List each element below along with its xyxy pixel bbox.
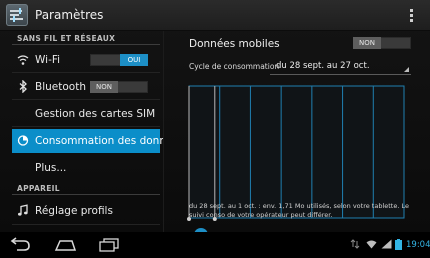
bluetooth-icon	[19, 80, 27, 93]
usage-summary: du 28 sept. au 1 oct. : env. 1,71 Mo uti…	[189, 202, 409, 219]
data-usage-panel: Données mobiles NON Cycle de consommatio…	[164, 31, 430, 232]
sidebar-item-label: Bluetooth	[35, 81, 86, 93]
clock: 19:04	[406, 240, 430, 250]
sidebar-item-label: Gestion des cartes SIM	[35, 108, 156, 120]
toggle-knob: OUI	[120, 54, 148, 66]
data-transfer-icon	[350, 239, 360, 249]
sidebar-item-label: Réglage profils	[35, 205, 113, 217]
data-usage-icon	[17, 135, 29, 146]
row-divider	[12, 72, 160, 73]
cell-signal-icon	[381, 239, 392, 249]
chart-frame	[188, 85, 405, 219]
toggle-knob: NON	[90, 81, 118, 93]
section-divider	[12, 44, 160, 45]
sidebar-item-sound-profiles[interactable]: Réglage profils	[12, 199, 160, 223]
navigation-bar: 19:04	[0, 232, 430, 258]
row-divider	[12, 126, 160, 127]
row-divider	[12, 224, 160, 225]
sidebar-item-label: Plus...	[35, 162, 67, 174]
app-title: Paramètres	[35, 8, 104, 22]
screen: Paramètres SANS FIL ET RÉSEAUX Wi-Fi OUI	[0, 0, 430, 258]
sidebar-item-wifi[interactable]: Wi-Fi OUI	[12, 48, 160, 72]
overflow-menu-icon[interactable]	[405, 5, 419, 25]
action-bar: Paramètres	[0, 0, 430, 31]
bluetooth-toggle[interactable]: NON	[90, 81, 148, 93]
wifi-signal-icon	[366, 240, 377, 249]
wifi-icon	[17, 55, 29, 65]
settings-sliders-icon[interactable]	[6, 4, 28, 26]
sidebar-item-data-usage[interactable]: Consommation des données	[12, 129, 163, 153]
section-divider	[12, 194, 160, 195]
sidebar-item-bluetooth[interactable]: Bluetooth NON	[12, 75, 160, 99]
sidebar-item-more[interactable]: Plus...	[12, 156, 160, 180]
battery-icon	[395, 239, 402, 250]
sidebar-item-label: Consommation des données	[35, 135, 163, 147]
music-note-icon	[18, 204, 28, 216]
row-divider	[12, 99, 160, 100]
back-icon[interactable]	[7, 236, 33, 254]
home-icon[interactable]	[52, 236, 78, 254]
section-header-device: APPAREIL	[17, 184, 60, 193]
recent-apps-icon[interactable]	[96, 236, 122, 254]
sidebar-item-sim-management[interactable]: Gestion des cartes SIM	[12, 102, 160, 126]
sidebar-item-label: Wi-Fi	[35, 54, 61, 66]
wifi-toggle[interactable]: OUI	[90, 54, 148, 66]
section-header-wireless: SANS FIL ET RÉSEAUX	[17, 34, 116, 43]
settings-sidebar: SANS FIL ET RÉSEAUX Wi-Fi OUI Bluetooth …	[0, 31, 163, 232]
